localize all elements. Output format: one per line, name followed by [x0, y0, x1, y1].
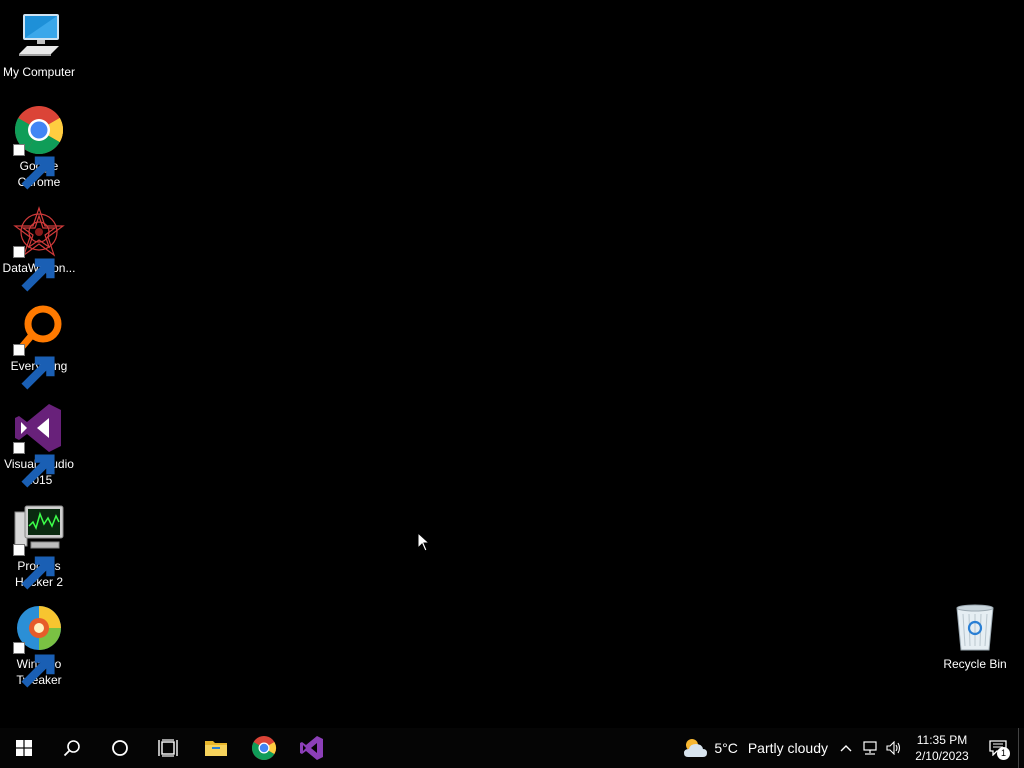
system-tray	[834, 728, 906, 768]
action-center-button[interactable]: 1	[978, 728, 1018, 768]
task-view-icon	[158, 739, 178, 757]
winaero-tweaker-icon	[13, 602, 65, 688]
shortcut-arrow-icon	[13, 642, 55, 688]
network-button[interactable]	[858, 728, 882, 768]
weather-widget[interactable]: 5°C Partly cloudy	[676, 728, 834, 768]
taskbar-file-explorer[interactable]	[192, 728, 240, 768]
desktop-icon-google-chrome[interactable]: Google Chrome	[0, 104, 78, 190]
chrome-icon	[13, 104, 65, 190]
desktop-icon-winaero-tweaker[interactable]: Winaero Tweaker	[0, 602, 78, 688]
volume-button[interactable]	[882, 728, 906, 768]
cortana-icon	[112, 740, 128, 756]
taskbar-chrome[interactable]	[240, 728, 288, 768]
desktop-icon-recycle-bin[interactable]: Recycle Bin	[936, 602, 1014, 672]
windows-start-icon	[16, 740, 32, 756]
file-explorer-icon	[205, 741, 227, 756]
show-hidden-icons-button[interactable]	[834, 728, 858, 768]
mouse-pointer-icon	[417, 531, 431, 552]
taskbar-visual-studio[interactable]	[288, 728, 336, 768]
clock-date: 2/10/2023	[915, 749, 969, 763]
task-view-button[interactable]	[144, 728, 192, 768]
computer-icon	[13, 10, 65, 62]
desktop-icon-my-computer[interactable]: My Computer	[0, 10, 78, 80]
shortcut-arrow-icon	[13, 442, 55, 488]
search-icon	[63, 740, 80, 757]
start-button[interactable]	[0, 728, 48, 768]
shortcut-arrow-icon	[13, 544, 55, 590]
datawagon-icon	[13, 206, 65, 292]
taskbar-clock[interactable]: 11:35 PM 2/10/2023	[906, 728, 978, 768]
desktop-icon-label: Recycle Bin	[943, 657, 1007, 671]
partly-cloudy-icon	[684, 739, 708, 757]
visual-studio-icon	[300, 736, 323, 760]
weather-description: Partly cloudy	[747, 740, 828, 756]
search-button[interactable]	[48, 728, 96, 768]
process-hacker-icon	[13, 504, 65, 590]
desktop-icon-datawagon[interactable]: DataWagon...	[0, 206, 78, 292]
desktop-icon-everything[interactable]: Everything	[0, 304, 78, 390]
shortcut-arrow-icon	[13, 344, 55, 390]
chevron-up-icon	[840, 745, 852, 752]
shortcut-arrow-icon	[13, 246, 55, 292]
desktop-icon-process-hacker-2[interactable]: Process Hacker 2	[0, 504, 78, 590]
notification-count-badge: 1	[997, 747, 1010, 760]
cortana-button[interactable]	[96, 728, 144, 768]
desktop-icon-label: My Computer	[2, 65, 76, 79]
everything-search-icon	[13, 304, 65, 390]
weather-temperature: 5°C	[714, 740, 738, 756]
recycle-bin-icon	[949, 602, 1001, 654]
volume-icon	[886, 741, 901, 755]
show-desktop-button[interactable]	[1018, 728, 1024, 768]
visual-studio-icon	[13, 402, 65, 488]
network-icon	[863, 741, 877, 755]
desktop-icon-visual-studio-2015[interactable]: Visual Studio 2015	[0, 402, 78, 488]
clock-time: 11:35 PM	[916, 733, 968, 747]
desktop[interactable]: My Computer Google Chrome DataWagon... E…	[0, 0, 1024, 728]
chrome-icon	[251, 736, 277, 761]
taskbar: 5°C Partly cloudy 11:35 PM 2/10/2023 1	[0, 728, 1024, 768]
shortcut-arrow-icon	[13, 144, 55, 190]
